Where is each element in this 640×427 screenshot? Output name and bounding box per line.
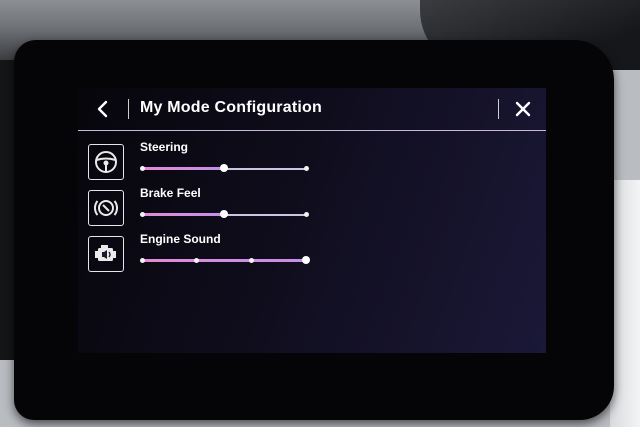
setting-row-steering[interactable]: Steering (78, 140, 546, 184)
setting-label: Brake Feel (140, 186, 201, 200)
slider-fill (142, 167, 224, 170)
slider-tick[interactable] (139, 166, 145, 171)
header-divider-right (498, 99, 499, 119)
door-trim (610, 180, 640, 427)
brake-warning-icon (88, 190, 124, 226)
slider-tick[interactable] (139, 258, 145, 263)
brake-feel-slider[interactable] (139, 210, 309, 220)
close-icon[interactable] (514, 100, 532, 118)
setting-label: Steering (140, 140, 189, 154)
slider-tick[interactable] (303, 166, 309, 171)
page-title: My Mode Configuration (140, 99, 322, 116)
slider-thumb[interactable] (220, 210, 228, 218)
slider-tick[interactable] (303, 212, 309, 217)
slider-fill (142, 213, 224, 216)
slider-fill (142, 259, 306, 262)
setting-row-brake-feel[interactable]: Brake Feel (78, 186, 546, 230)
slider-thumb[interactable] (220, 164, 228, 172)
steering-slider[interactable] (139, 164, 309, 174)
chevron-left-icon[interactable] (92, 98, 114, 120)
engine-sound-icon (88, 236, 124, 272)
slider-tick[interactable] (248, 258, 254, 263)
steering-wheel-icon (88, 144, 124, 180)
engine-sound-slider[interactable] (139, 256, 310, 266)
header-divider-left (128, 99, 129, 119)
infotainment-screen: My Mode Configuration Steering Brake Fee… (78, 88, 546, 353)
setting-label: Engine Sound (140, 232, 221, 246)
slider-tick[interactable] (194, 258, 200, 263)
slider-thumb[interactable] (302, 256, 310, 264)
setting-row-engine-sound[interactable]: Engine Sound (78, 232, 546, 276)
header-bar: My Mode Configuration (78, 88, 546, 131)
slider-tick[interactable] (139, 212, 145, 217)
